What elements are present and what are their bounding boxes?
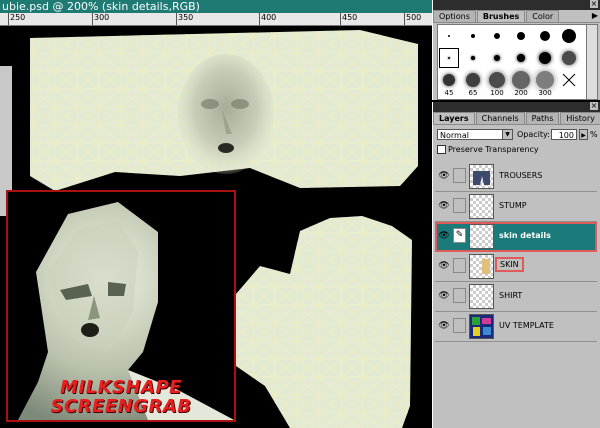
eye-icon[interactable]: 👁 [438,170,450,182]
brush-preset[interactable]: 300 [536,71,554,97]
layer-link-slot[interactable] [453,168,466,183]
layer-name: TROUSERS [499,171,543,180]
eye-icon[interactable]: 👁 [438,260,450,272]
preserve-transparency-checkbox[interactable]: Preserve Transparency [437,145,539,155]
uv-head-region [30,30,418,191]
brush-preset[interactable] [440,27,458,45]
brush-preset[interactable]: 65 [464,71,482,97]
layer-link-slot[interactable] [453,288,466,303]
brush-preset[interactable]: 45 [440,71,458,97]
layer-link-slot[interactable] [453,318,466,333]
palette-menu-arrow-icon[interactable]: ▶ [590,10,600,22]
brushes-tabs: Options Brushes Color ▶ [433,10,600,23]
brush-preset-selected[interactable] [439,48,459,68]
ruler-label: 300 [92,13,109,25]
brush-size-label: 300 [538,89,552,97]
palette-title-bar[interactable]: × [433,0,600,10]
layer-row-skin[interactable]: 👁 SKIN [435,252,597,282]
eye-icon[interactable]: 👁 [438,290,450,302]
chevron-down-icon: ▼ [502,130,512,139]
layer-thumbnail [469,314,494,339]
brush-preset[interactable] [464,49,482,67]
tab-options[interactable]: Options [433,10,476,22]
eye-icon[interactable]: 👁 [438,230,450,242]
layers-tabs: Layers Channels Paths History [433,112,600,125]
blend-mode-select[interactable]: Normal ▼ [437,129,513,140]
layer-controls: Normal ▼ Opacity: 100 ▶ % Preserve Trans… [433,125,600,155]
layer-row-skin-details[interactable]: 👁 ✎ skin details [435,222,597,252]
tab-paths[interactable]: Paths [525,112,560,124]
uv-body-region [236,216,412,428]
opacity-unit: % [590,130,598,139]
layer-name: STUMP [499,201,527,210]
layer-name: UV TEMPLATE [499,321,554,330]
preserve-transparency-label: Preserve Transparency [448,145,539,154]
brush-preset[interactable] [464,27,482,45]
brush-preset[interactable] [488,49,506,67]
brush-preset[interactable] [536,27,554,45]
layer-list: 👁 TROUSERS 👁 STUMP 👁 ✎ skin details 👁 SK… [435,162,597,342]
brush-preset[interactable] [560,27,578,45]
opacity-label: Opacity: [517,130,550,139]
brush-preset[interactable] [560,49,578,67]
document-title-bar[interactable]: ubie.psd @ 200% (skin details,RGB) [0,0,432,13]
milkshape-screengrab-inset: MILKSHAPE SCREENGRAB [6,190,236,422]
tab-layers[interactable]: Layers [433,112,475,124]
brush-grid: 45 65 100 200 300 [437,24,587,100]
horizontal-ruler: 250 300 350 400 450 500 [0,13,432,26]
layer-row-trousers[interactable]: 👁 TROUSERS [435,162,597,192]
checkbox-icon[interactable] [437,145,446,154]
layer-link-slot[interactable] [453,198,466,213]
opacity-arrow-icon[interactable]: ▶ [579,129,588,140]
layer-thumbnail [469,164,494,189]
layer-thumbnail [469,284,494,309]
layer-name: skin details [499,231,551,240]
blend-mode-value: Normal [440,131,469,140]
layer-name: SKIN [495,257,524,272]
caption-line-2: SCREENGRAB [50,396,192,417]
layer-thumbnail [469,194,494,219]
palette-title-bar[interactable]: × [433,102,600,112]
layer-row-stump[interactable]: 👁 STUMP [435,192,597,222]
eye-icon[interactable]: 👁 [438,320,450,332]
brush-scrollbar[interactable] [586,24,598,100]
layer-thumbnail [469,254,494,279]
brush-size-label: 100 [490,89,504,97]
brush-preset[interactable] [536,49,554,67]
brush-size-label: 65 [468,89,478,97]
opacity-input[interactable]: 100 [551,129,577,140]
custom-brush-x-icon[interactable] [560,71,578,89]
brush-size-label: 45 [444,89,454,97]
tab-brushes[interactable]: Brushes [476,10,526,22]
close-icon[interactable]: × [590,102,598,110]
close-icon[interactable]: × [590,0,598,8]
layers-palette: × Layers Channels Paths History Normal ▼… [432,102,600,428]
layer-row-uv-template[interactable]: 👁 UV TEMPLATE [435,312,597,342]
layer-link-slot[interactable] [453,258,466,273]
tab-history[interactable]: History [560,112,600,124]
brush-preset[interactable] [512,27,530,45]
brush-size-label: 200 [514,89,528,97]
ruler-label: 500 [404,13,421,25]
inset-caption: MILKSHAPE SCREENGRAB [8,378,234,416]
ruler-label: 400 [259,13,276,25]
document-window: ubie.psd @ 200% (skin details,RGB) 250 3… [0,0,432,428]
layer-thumbnail [469,224,494,249]
tab-color[interactable]: Color [526,10,560,22]
brushes-palette: × Options Brushes Color ▶ 45 65 100 200 … [432,0,600,100]
layer-row-shirt[interactable]: 👁 SHIRT [435,282,597,312]
brush-preset[interactable] [512,49,530,67]
caption-line-1: MILKSHAPE [60,377,182,398]
layer-name: SHIRT [499,291,523,300]
brush-preset[interactable] [488,27,506,45]
paintbrush-icon[interactable]: ✎ [453,228,466,243]
eye-icon[interactable]: 👁 [438,200,450,212]
tab-channels[interactable]: Channels [475,112,525,124]
brush-preset[interactable]: 200 [512,71,530,97]
ruler-label: 250 [8,13,25,25]
ruler-label: 450 [340,13,357,25]
brush-preset[interactable]: 100 [488,71,506,97]
ruler-label: 350 [176,13,193,25]
